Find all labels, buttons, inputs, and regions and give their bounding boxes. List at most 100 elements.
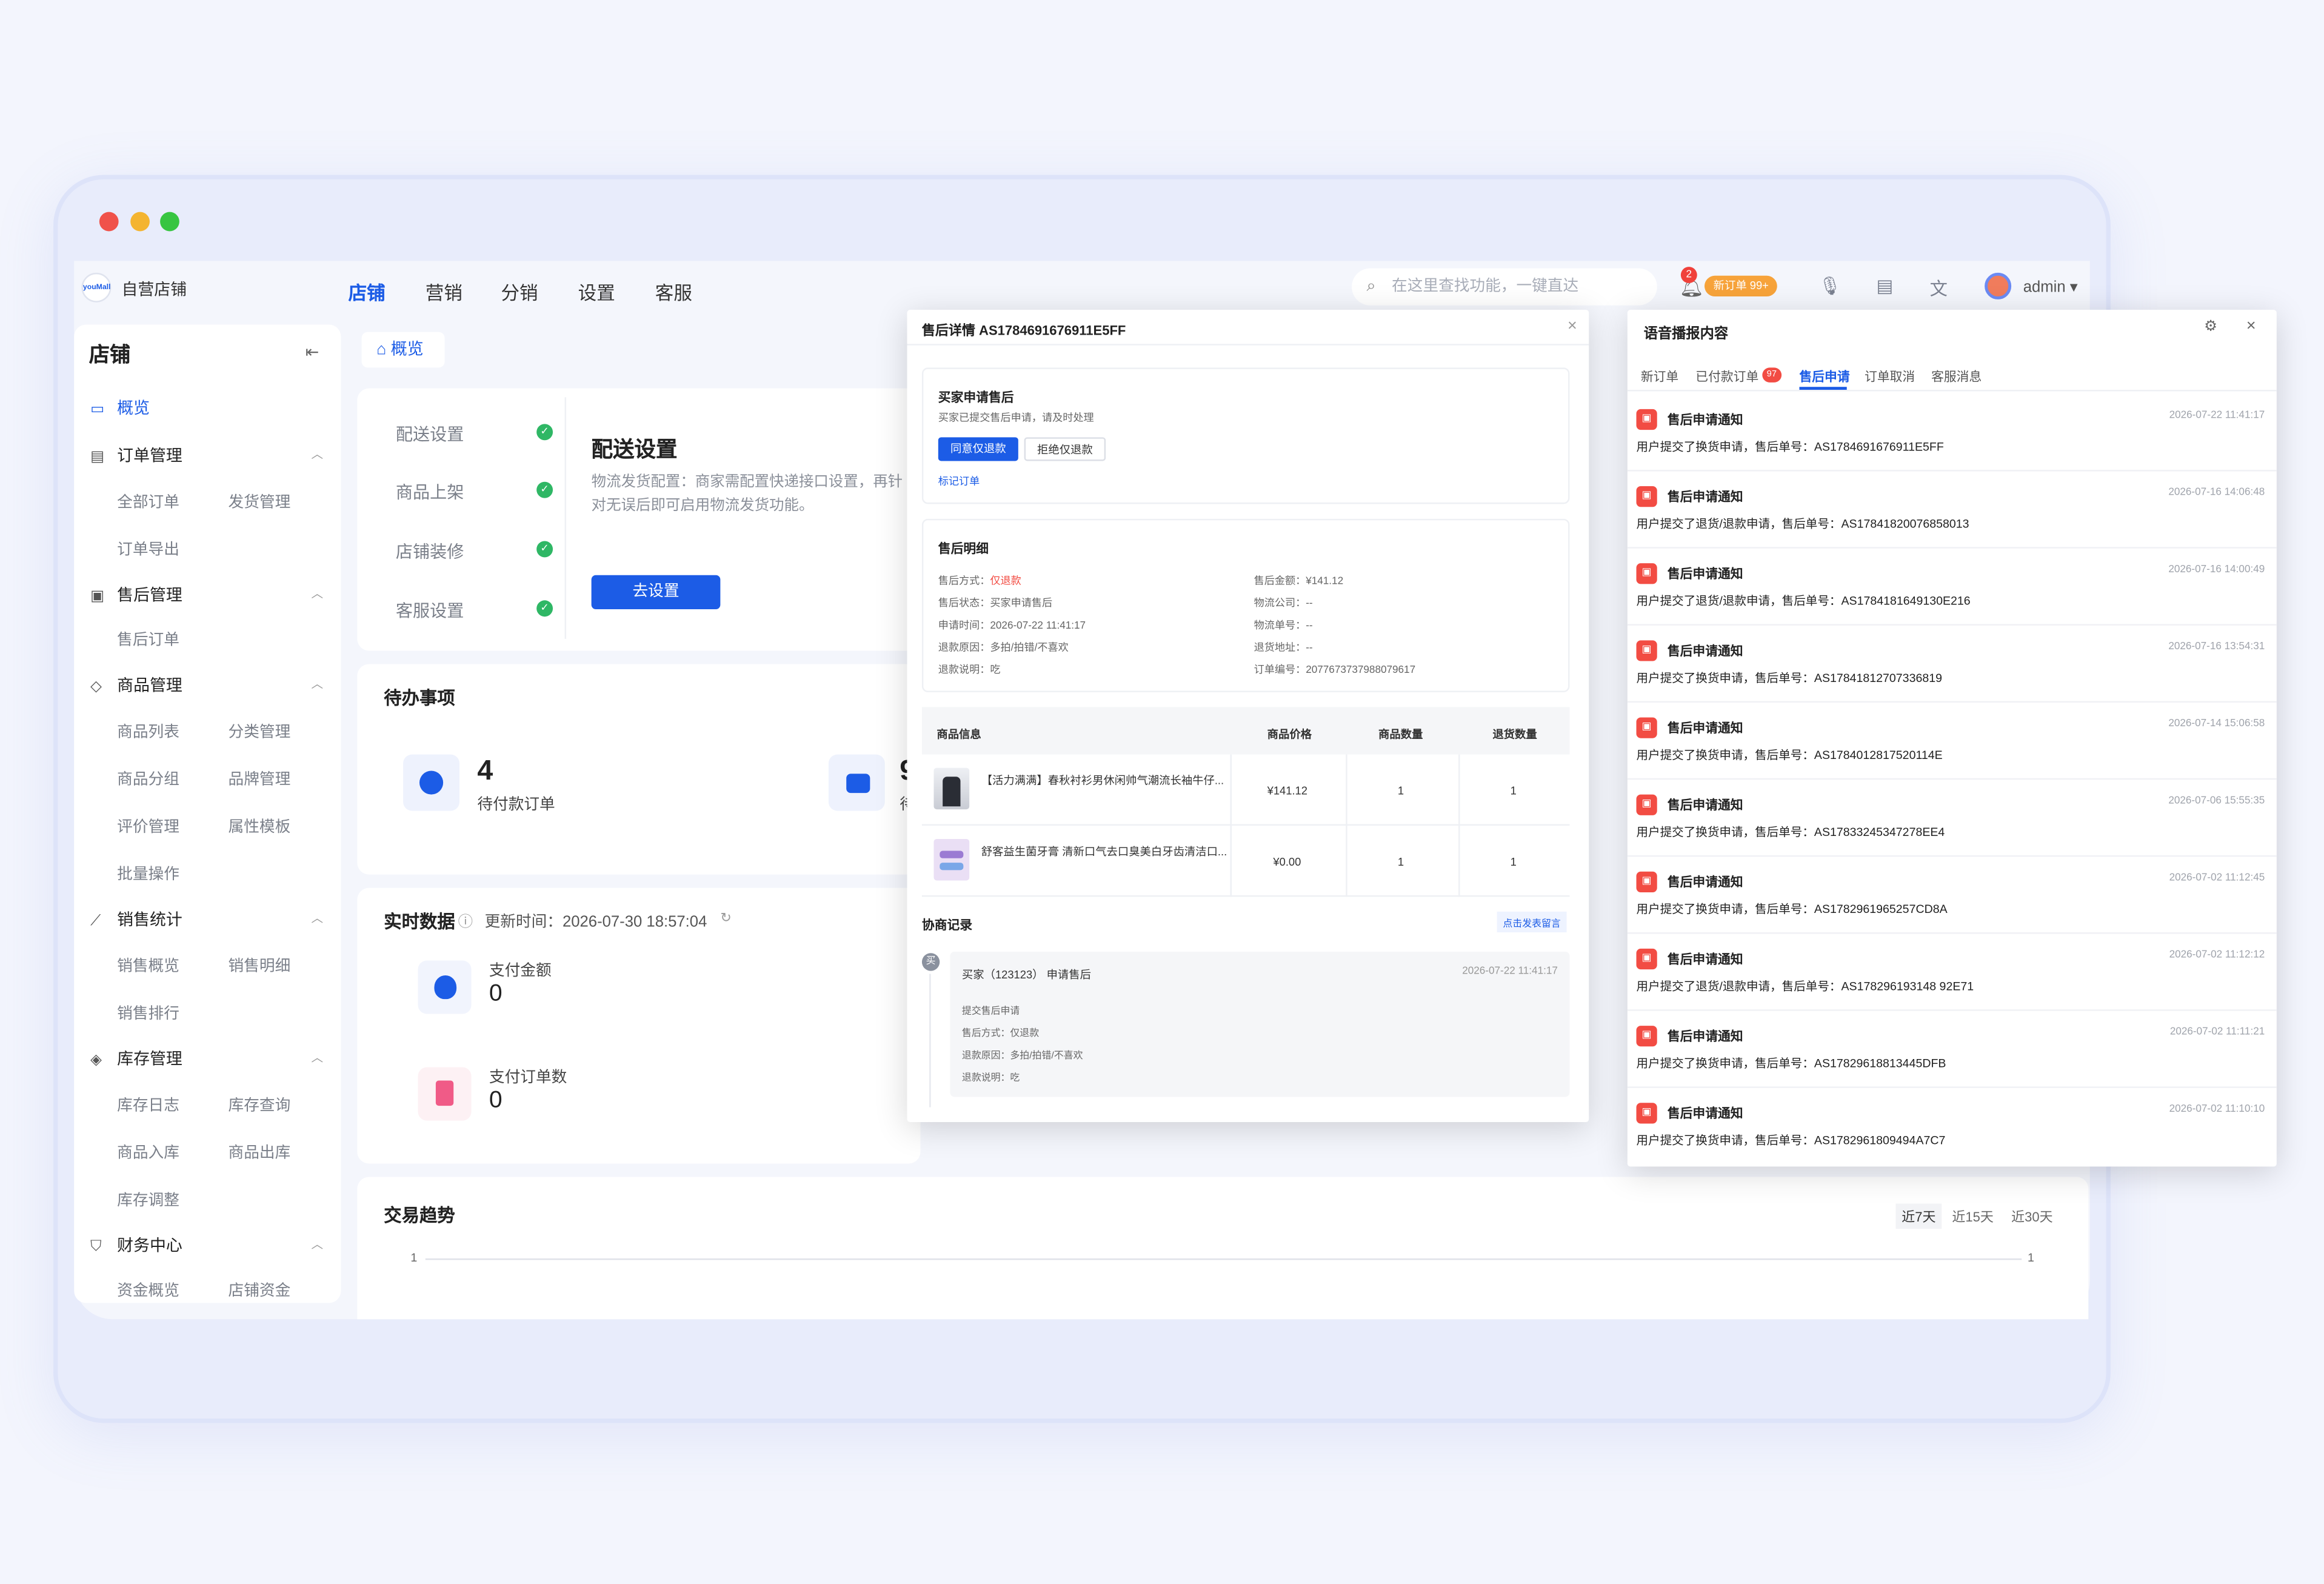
tab-paid-orders[interactable]: 已付款订单 bbox=[1695, 367, 1758, 385]
setup-step-service[interactable]: 客服设置 bbox=[396, 599, 464, 623]
sidebar-group-inventory[interactable]: ◈ 库存管理 bbox=[90, 1046, 182, 1070]
chevron-up-icon[interactable]: ︿ bbox=[311, 1049, 323, 1066]
sidebar-group-sales[interactable]: ⟋ 销售统计 bbox=[90, 907, 182, 931]
close-icon[interactable]: × bbox=[2246, 317, 2256, 335]
chevron-up-icon[interactable]: ︿ bbox=[311, 446, 323, 463]
chevron-up-icon[interactable]: ︿ bbox=[311, 676, 323, 692]
sidebar-item-attr-template[interactable]: 属性模板 bbox=[229, 815, 291, 838]
nav-store[interactable]: 店铺 bbox=[349, 277, 386, 305]
tab-service-message[interactable]: 客服消息 bbox=[1931, 367, 1982, 385]
setup-step-delivery[interactable]: 配送设置 bbox=[396, 423, 464, 446]
list-item[interactable]: ▣ 售后申请通知 2026-07-16 13:54:31 用户提交了换货申请，售后单号… bbox=[1627, 626, 2277, 703]
close-icon[interactable]: × bbox=[1568, 317, 1577, 335]
todo-label[interactable]: 待付款订单 bbox=[477, 793, 555, 815]
sidebar-item-sales-rank[interactable]: 销售排行 bbox=[117, 1002, 179, 1024]
sidebar-group-aftersale[interactable]: ▣ 售后管理 bbox=[90, 583, 182, 606]
tab-new-orders[interactable]: 新订单 bbox=[1641, 367, 1678, 385]
negotiation-who: 买家（123123） 申请售后 bbox=[961, 967, 1091, 981]
notice-icon: ▣ bbox=[1636, 1026, 1657, 1047]
agree-refund-button[interactable]: 同意仅退款 bbox=[938, 437, 1018, 461]
list-item[interactable]: ▣ 售后申请通知 2026-07-14 15:06:58 用户提交了换货申请，售后单号… bbox=[1627, 703, 2277, 780]
leave-message-button[interactable]: 点击发表留言 bbox=[1497, 911, 1567, 933]
window-maximize-dot[interactable] bbox=[160, 212, 179, 232]
window-minimize-dot[interactable] bbox=[130, 212, 150, 232]
list-item[interactable]: ▣ 售后申请通知 2026-07-02 11:11:21 用户提交了换货申请，售后单号… bbox=[1627, 1011, 2277, 1088]
list-item[interactable]: ▣ 售后申请通知 2026-07-22 11:41:17 用户提交了换货申请，售后单号… bbox=[1627, 394, 2277, 472]
new-order-badge[interactable]: 新订单 99+ bbox=[1704, 275, 1778, 297]
translate-icon[interactable]: 文 bbox=[1930, 276, 1948, 301]
settings-icon[interactable]: ⚙ bbox=[2204, 319, 2217, 335]
range-7-days-button[interactable]: 近7天 bbox=[1895, 1203, 1942, 1229]
sidebar-item-stock-adjust[interactable]: 库存调整 bbox=[117, 1189, 179, 1211]
sidebar-group-finance[interactable]: ⛉ 财务中心 bbox=[90, 1233, 182, 1257]
avatar[interactable] bbox=[1985, 272, 2012, 299]
tab-overview[interactable]: ⌂ 概览 bbox=[361, 332, 445, 368]
cube-icon: ◇ bbox=[90, 678, 102, 695]
sidebar-item-category[interactable]: 分类管理 bbox=[229, 720, 291, 743]
product-name[interactable]: 【活力满满】春秋衬衫男休闲帅气潮流长袖牛仔... bbox=[981, 772, 1224, 789]
sidebar-item-sales-overview[interactable]: 销售概览 bbox=[117, 955, 179, 977]
sidebar-item-store-funds[interactable]: 店铺资金 bbox=[229, 1279, 291, 1302]
nav-customer-service[interactable]: 客服 bbox=[655, 277, 692, 305]
notice-title: 售后申请通知 bbox=[1667, 489, 1743, 504]
sidebar-group-label: 库存管理 bbox=[117, 1051, 182, 1069]
mark-order-link[interactable]: 标记订单 bbox=[938, 474, 980, 489]
list-item[interactable]: ▣ 售后申请通知 2026-07-06 15:55:35 用户提交了换货申请，售后单号… bbox=[1627, 780, 2277, 857]
sidebar-item-sales-detail[interactable]: 销售明细 bbox=[229, 955, 291, 977]
list-item[interactable]: ▣ 售后申请通知 2026-07-02 11:12:45 用户提交了换货申请，售后单号… bbox=[1627, 857, 2277, 934]
nav-marketing[interactable]: 营销 bbox=[426, 277, 462, 305]
sidebar-item-stock-in[interactable]: 商品入库 bbox=[117, 1141, 179, 1164]
sidebar-group-label: 售后管理 bbox=[117, 587, 182, 605]
sidebar-item-aftersale-orders[interactable]: 售后订单 bbox=[117, 629, 179, 651]
admin-user-menu[interactable]: admin ▾ bbox=[2023, 279, 2078, 296]
sidebar-item-fund-overview[interactable]: 资金概览 bbox=[117, 1279, 179, 1302]
window-close-dot[interactable] bbox=[99, 212, 119, 232]
sidebar-item-stock-out[interactable]: 商品出库 bbox=[229, 1141, 291, 1164]
table-row[interactable] bbox=[921, 826, 1570, 897]
refresh-icon[interactable]: ↻ bbox=[720, 910, 731, 926]
search-input[interactable]: ⌕ 在这里查找功能，一键直达 bbox=[1352, 268, 1657, 306]
sidebar-item-brand[interactable]: 品牌管理 bbox=[229, 768, 291, 790]
nav-distribution[interactable]: 分销 bbox=[501, 277, 538, 305]
reject-refund-button[interactable]: 拒绝仅退款 bbox=[1024, 437, 1106, 461]
sidebar-item-all-orders[interactable]: 全部订单 bbox=[117, 490, 179, 513]
tab-aftersale[interactable]: 售后申请 bbox=[1799, 367, 1849, 385]
setup-step-listing[interactable]: 商品上架 bbox=[396, 480, 464, 504]
sidebar-item-stock-log[interactable]: 库存日志 bbox=[117, 1094, 179, 1117]
list-item[interactable]: ▣ 售后申请通知 2026-07-02 11:12:12 用户提交了退货/退款申请，售… bbox=[1627, 934, 2277, 1011]
go-setup-button[interactable]: 去设置 bbox=[591, 575, 721, 609]
notice-time: 2026-07-06 15:55:35 bbox=[2168, 796, 2265, 807]
range-30-days-button[interactable]: 近30天 bbox=[2005, 1204, 2059, 1229]
notice-message: 用户提交了退货/退款申请，售后单号：AS17841820076858013 bbox=[1636, 517, 1969, 531]
notice-message: 用户提交了退货/退款申请，售后单号：AS178296193148 92E71 bbox=[1636, 980, 1974, 994]
list-item[interactable]: ▣ 售后申请通知 2026-07-16 14:00:49 用户提交了退货/退款申请，售… bbox=[1627, 549, 2277, 626]
sidebar-group-products[interactable]: ◇ 商品管理 bbox=[90, 673, 182, 697]
range-15-days-button[interactable]: 近15天 bbox=[1946, 1204, 2000, 1229]
setup-step-decoration[interactable]: 店铺装修 bbox=[396, 540, 464, 563]
sidebar-item-product-group[interactable]: 商品分组 bbox=[117, 768, 179, 790]
list-item[interactable]: ▣ 售后申请通知 2026-07-02 11:10:10 用户提交了换货申请，售后单号… bbox=[1628, 1088, 2277, 1165]
sidebar-item-overview[interactable]: ▭ 概览 bbox=[90, 396, 150, 419]
chevron-up-icon[interactable]: ︿ bbox=[311, 1236, 323, 1252]
tab-order-cancel[interactable]: 订单取消 bbox=[1865, 367, 1915, 385]
help-icon[interactable]: ⓘ bbox=[458, 909, 473, 931]
product-name[interactable]: 舒客益生菌牙膏 清新口气去口臭美白牙齿清洁口... bbox=[981, 843, 1227, 860]
sidebar-item-stock-query[interactable]: 库存查询 bbox=[229, 1094, 291, 1117]
store-icon[interactable]: ▤ bbox=[1877, 276, 1894, 296]
nav-settings[interactable]: 设置 bbox=[578, 277, 615, 305]
notice-title: 售后申请通知 bbox=[1667, 566, 1743, 581]
sidebar-item-shipping[interactable]: 发货管理 bbox=[229, 490, 291, 513]
chevron-up-icon[interactable]: ︿ bbox=[311, 586, 323, 602]
sidebar-item-batch[interactable]: 批量操作 bbox=[117, 863, 179, 885]
home-icon: ⌂ bbox=[376, 341, 391, 359]
voice-broadcast-icon[interactable]: 🎙︎ bbox=[1818, 276, 1841, 296]
sidebar-item-product-list[interactable]: 商品列表 bbox=[117, 720, 179, 743]
sidebar-item-order-export[interactable]: 订单导出 bbox=[117, 538, 179, 561]
table-row[interactable] bbox=[921, 755, 1570, 826]
sidebar-item-reviews[interactable]: 评价管理 bbox=[117, 815, 179, 838]
collapse-sidebar-icon[interactable]: ⇤ bbox=[306, 343, 319, 361]
list-item[interactable]: ▣ 售后申请通知 2026-07-16 14:06:48 用户提交了退货/退款申请，售… bbox=[1627, 472, 2277, 549]
chevron-up-icon[interactable]: ︿ bbox=[311, 910, 323, 926]
notice-icon: ▣ bbox=[1636, 1103, 1657, 1124]
sidebar-group-orders[interactable]: ▤ 订单管理 bbox=[90, 443, 182, 467]
